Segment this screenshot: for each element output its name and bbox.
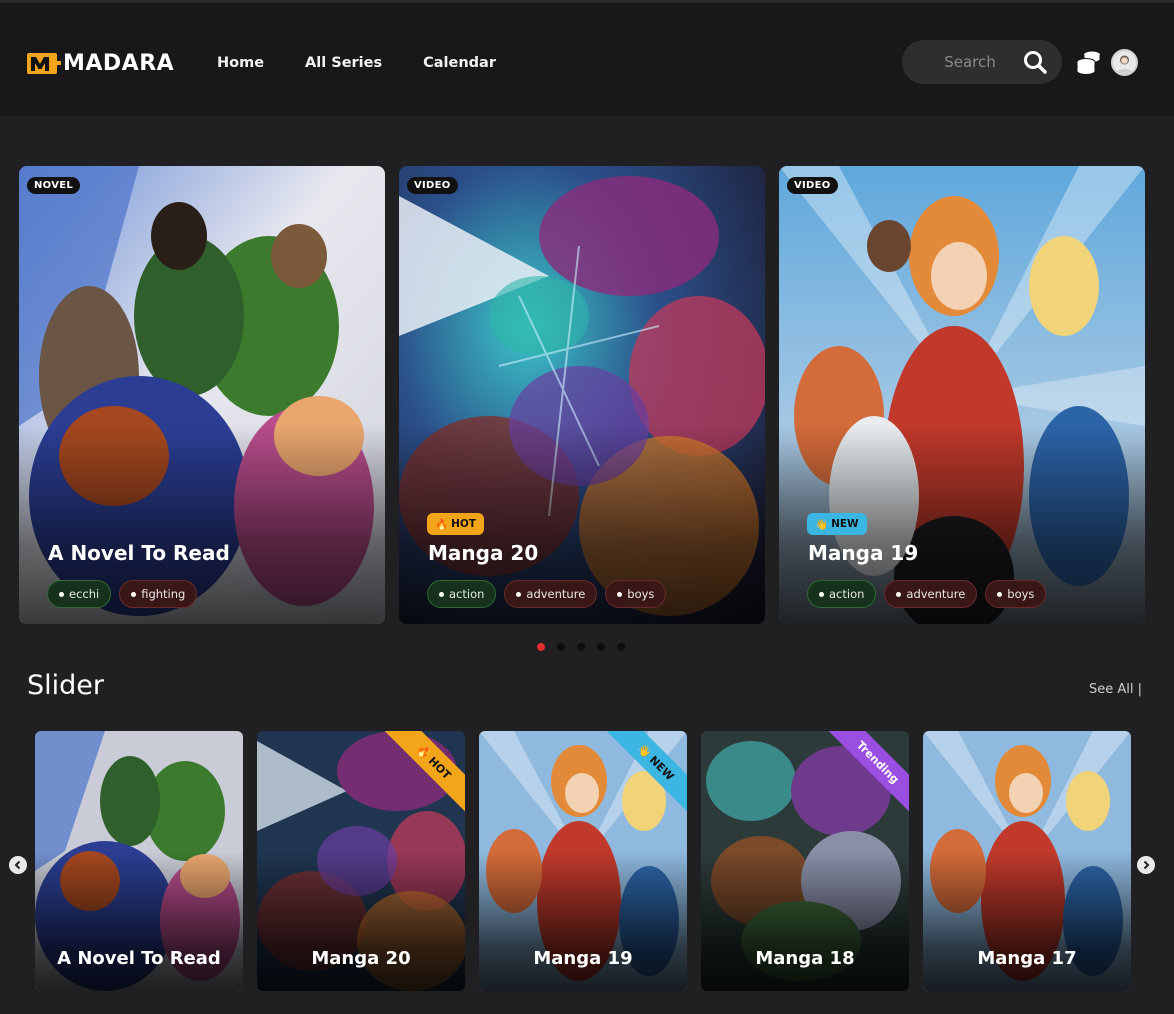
hero-card[interactable]: NOVEL A Novel To Read ecchi fighting xyxy=(19,166,385,624)
card-title[interactable]: Manga 20 xyxy=(428,541,538,565)
genre-tag[interactable]: boys xyxy=(985,580,1047,608)
slider-card[interactable]: A Novel To Read xyxy=(35,731,243,991)
slide-title: Manga 19 xyxy=(533,948,633,969)
genre-tag[interactable]: action xyxy=(427,580,497,608)
card-gradient xyxy=(479,851,687,991)
new-badge: 👋 NEW xyxy=(807,513,867,535)
fire-icon: 🔥 xyxy=(435,518,449,531)
card-gradient xyxy=(923,851,1131,991)
nav-all-series[interactable]: All Series xyxy=(305,55,382,71)
see-all-link[interactable]: See All | xyxy=(1089,682,1142,697)
pagination-dot[interactable] xyxy=(597,643,605,651)
logo-mark-icon xyxy=(27,53,61,74)
hero-card[interactable]: VIDEO 👋 NEW Manga 19 action adventure bo… xyxy=(779,166,1145,624)
coins-icon[interactable] xyxy=(1075,48,1103,76)
genre-tag[interactable]: action xyxy=(807,580,877,608)
section-title: Slider xyxy=(27,670,104,701)
tag-list: ecchi fighting xyxy=(47,580,198,608)
flag-label: NEW xyxy=(831,518,859,530)
chevron-right-icon xyxy=(1143,860,1150,870)
carousel-pagination xyxy=(537,643,625,651)
chevron-left-icon xyxy=(14,860,21,870)
card-gradient xyxy=(35,851,243,991)
avatar[interactable] xyxy=(1111,49,1138,76)
type-badge: NOVEL xyxy=(27,177,81,194)
slider-card[interactable]: 🔥 HOT Manga 20 xyxy=(257,731,465,991)
search-input[interactable] xyxy=(918,40,1022,84)
search-icon[interactable] xyxy=(1022,49,1048,75)
card-title[interactable]: A Novel To Read xyxy=(48,541,230,565)
pagination-dot[interactable] xyxy=(557,643,565,651)
madara-logo[interactable]: MADARA xyxy=(27,49,174,77)
slider-prev-button[interactable] xyxy=(9,856,27,874)
slide-title: Manga 20 xyxy=(311,948,411,969)
genre-tag[interactable]: boys xyxy=(605,580,667,608)
genre-tag[interactable]: adventure xyxy=(884,580,978,608)
slide-title: Manga 18 xyxy=(755,948,855,969)
slide-title: Manga 17 xyxy=(977,948,1077,969)
nav-home[interactable]: Home xyxy=(217,55,264,71)
card-gradient xyxy=(701,851,909,991)
user-avatar-icon xyxy=(1116,55,1133,74)
hero-card[interactable]: VIDEO 🔥 HOT Manga 20 action adventure bo… xyxy=(399,166,765,624)
genre-tag[interactable]: fighting xyxy=(119,580,198,608)
nav-calendar[interactable]: Calendar xyxy=(423,55,496,71)
search-box xyxy=(902,40,1062,84)
card-title[interactable]: Manga 19 xyxy=(808,541,918,565)
ribbon-label: HOT xyxy=(426,754,454,782)
tag-list: action adventure boys xyxy=(427,580,667,608)
genre-tag[interactable]: adventure xyxy=(504,580,598,608)
pagination-dot[interactable] xyxy=(537,643,545,651)
type-badge: VIDEO xyxy=(787,177,838,194)
type-badge: VIDEO xyxy=(407,177,458,194)
wave-icon: 👋 xyxy=(815,518,829,531)
logo-text: MADARA xyxy=(63,50,175,76)
slider-card[interactable]: Manga 17 xyxy=(923,731,1131,991)
slider-card[interactable]: 👋 NEW Manga 19 xyxy=(479,731,687,991)
genre-tag[interactable]: ecchi xyxy=(47,580,112,608)
pagination-dot[interactable] xyxy=(617,643,625,651)
tag-list: action adventure boys xyxy=(807,580,1047,608)
flag-label: HOT xyxy=(451,518,476,530)
site-header: MADARA Home All Series Calendar xyxy=(0,0,1174,116)
pagination-dot[interactable] xyxy=(577,643,585,651)
slider-card[interactable]: Trending Manga 18 xyxy=(701,731,909,991)
slider-next-button[interactable] xyxy=(1137,856,1155,874)
card-gradient xyxy=(257,851,465,991)
main-nav: Home All Series Calendar xyxy=(217,55,537,71)
hot-badge: 🔥 HOT xyxy=(427,513,484,535)
slide-title: A Novel To Read xyxy=(57,948,221,969)
